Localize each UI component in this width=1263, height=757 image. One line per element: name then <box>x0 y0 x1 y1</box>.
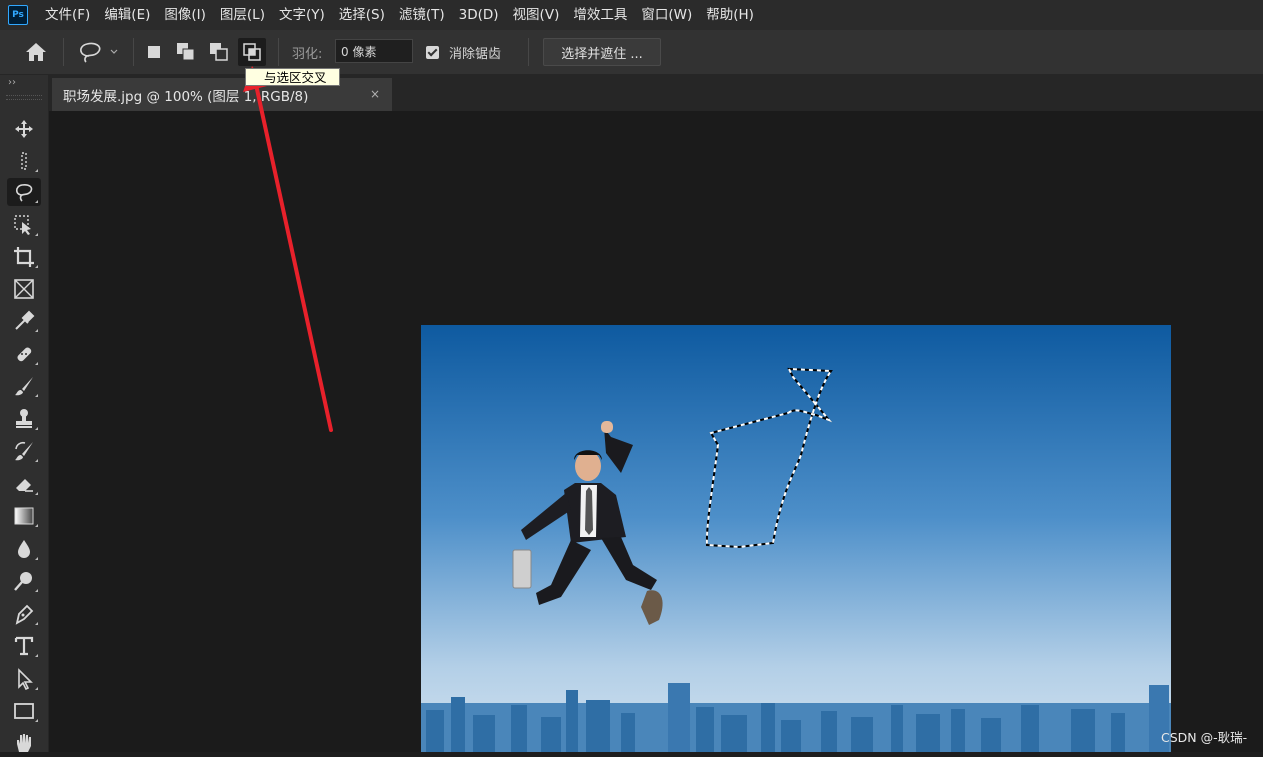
brush-icon <box>15 377 33 396</box>
frame-tool[interactable] <box>7 275 41 303</box>
new-selection-button[interactable] <box>142 39 166 65</box>
menu-bar: Ps 文件(F) 编辑(E) 图像(I) 图层(L) 文字(Y) 选择(S) 滤… <box>0 0 1263 30</box>
menu-type[interactable]: 文字(Y) <box>272 0 332 30</box>
pen-icon <box>15 604 34 625</box>
marquee-icon <box>21 152 27 170</box>
menu-edit[interactable]: 编辑(E) <box>97 0 157 30</box>
subtract-selection-icon <box>210 43 228 61</box>
move-icon <box>15 120 33 138</box>
crop-tool[interactable] <box>7 243 41 271</box>
move-tool[interactable] <box>7 115 41 143</box>
menu-view[interactable]: 视图(V) <box>506 0 567 30</box>
eyedropper-tool[interactable] <box>7 307 41 335</box>
intersect-selection-button[interactable] <box>238 38 266 66</box>
lasso-tool[interactable] <box>7 178 41 206</box>
menu-file[interactable]: 文件(F) <box>38 0 97 30</box>
subtract-from-selection-button[interactable] <box>206 39 232 65</box>
clone-stamp-tool[interactable] <box>7 405 41 433</box>
crop-icon <box>14 247 34 267</box>
close-tab-icon[interactable]: × <box>370 87 380 101</box>
marquee-tool[interactable] <box>7 147 41 175</box>
lasso-icon <box>80 42 118 63</box>
antialias-label: 消除锯齿 <box>449 47 502 62</box>
menu-plugins[interactable]: 增效工具 <box>566 0 634 30</box>
type-tool[interactable] <box>7 632 41 660</box>
feather-label: 羽化: <box>292 47 323 62</box>
intersect-tooltip: 与选区交叉 <box>245 68 340 86</box>
menu-filter[interactable]: 滤镜(T) <box>392 0 452 30</box>
new-selection-icon <box>148 46 160 58</box>
menu-3d[interactable]: 3D(D) <box>452 0 506 30</box>
stamp-icon <box>16 409 32 428</box>
options-bar: 羽化: 0 像素 消除锯齿 选择并遮住 ... <box>0 30 1263 75</box>
eraser-tool[interactable] <box>7 470 41 498</box>
photoshop-logo-icon[interactable]: Ps <box>8 5 28 25</box>
dodge-icon <box>14 572 32 591</box>
menu-select[interactable]: 选择(S) <box>332 0 392 30</box>
menu-window[interactable]: 窗口(W) <box>634 0 699 30</box>
healing-icon <box>17 347 32 362</box>
antialias-checkbox[interactable] <box>426 46 439 59</box>
document-tab[interactable]: 职场发展.jpg @ 100% (图层 1, RGB/8) × <box>52 78 392 111</box>
add-to-selection-button[interactable] <box>173 39 199 65</box>
watermark: CSDN @-耿瑞- <box>1161 730 1248 745</box>
blur-tool[interactable] <box>7 535 41 563</box>
history-brush-icon <box>15 441 33 461</box>
intersect-selection-icon <box>243 43 261 61</box>
document-tab-bar: 职场发展.jpg @ 100% (图层 1, RGB/8) × <box>49 75 1263 111</box>
lasso-icon <box>15 184 33 202</box>
collapse-panel-icon[interactable]: ›› <box>8 77 16 88</box>
hand-icon <box>17 734 31 752</box>
chevron-down-icon <box>110 49 118 54</box>
add-selection-icon <box>177 43 195 61</box>
menu-image[interactable]: 图像(I) <box>157 0 213 30</box>
home-icon[interactable] <box>20 39 52 65</box>
object-selection-tool[interactable] <box>7 211 41 239</box>
object-select-icon <box>14 215 31 235</box>
eraser-icon <box>16 479 33 492</box>
lasso-preset-picker[interactable] <box>72 38 122 66</box>
tools-panel: ›› <box>0 75 49 752</box>
blur-icon <box>18 540 30 558</box>
document-tab-title: 职场发展.jpg @ 100% (图层 1, RGB/8) <box>63 88 309 105</box>
document-image[interactable] <box>421 325 1171 752</box>
menu-layer[interactable]: 图层(L) <box>213 0 272 30</box>
feather-input[interactable]: 0 像素 <box>335 39 413 63</box>
menu-help[interactable]: 帮助(H) <box>699 0 761 30</box>
gradient-tool[interactable] <box>7 502 41 530</box>
brush-tool[interactable] <box>7 372 41 400</box>
type-icon <box>14 636 34 656</box>
frame-icon <box>14 279 34 299</box>
path-select-icon <box>18 668 33 690</box>
hand-tool[interactable] <box>7 729 41 757</box>
healing-brush-tool[interactable] <box>7 340 41 368</box>
rectangle-tool[interactable] <box>7 697 41 725</box>
eyedropper-icon <box>15 310 35 330</box>
pen-tool[interactable] <box>7 600 41 628</box>
gradient-icon <box>14 507 34 525</box>
history-brush-tool[interactable] <box>7 437 41 465</box>
select-and-mask-button[interactable]: 选择并遮住 ... <box>543 38 661 66</box>
panel-grip[interactable] <box>6 95 42 100</box>
dodge-tool[interactable] <box>7 567 41 595</box>
rectangle-icon <box>14 703 34 719</box>
path-selection-tool[interactable] <box>7 665 41 693</box>
